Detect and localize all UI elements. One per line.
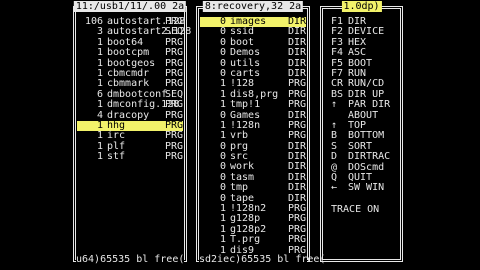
left-file-list[interactable]: 106 autostart.128 PRG 3 autostart2.128 SEQ 1 bo… (77, 16, 191, 163)
menu-item-label: HEX (348, 36, 367, 48)
menu-item: ← SW WIN (331, 182, 385, 194)
left-panel-footer: u64)65535 bl free( (76, 254, 185, 265)
file-row[interactable]: 1 bootcpm PRG (77, 47, 183, 58)
menu-item-label: PAR DIR (348, 99, 391, 111)
menu-item-label: TOP (348, 120, 367, 131)
menu-item-label: RUN (348, 68, 367, 79)
file-row[interactable]: 1 tmp!1 PRG (200, 99, 306, 111)
middle-panel[interactable]: 8:recovery,32 2a 0 images DIR 0 ssid DIR 0 boot… (196, 1, 326, 265)
file-name: tmp!1 (230, 99, 261, 111)
middle-panel-title: 8:recovery,32 2a (202, 1, 304, 12)
file-size: 1 (96, 99, 103, 111)
menu-item-label: DOScmd (348, 161, 385, 173)
middle-panel-footer: sd2iec)65535 bl free( (199, 254, 326, 265)
file-name: stf (107, 151, 126, 163)
file-type: PRG (164, 99, 183, 111)
menu-item-label: BOOT (348, 57, 373, 69)
left-panel-title: 11:/usb1/11/.00 2a (73, 1, 187, 12)
menu-panel: 1.0dp) F1 DIR F2 DEVICE F3 HEX F4 ASC F5 BOOT F7 RU… (320, 1, 403, 262)
menu-item-key: ← (331, 182, 338, 194)
file-row[interactable]: 1 stf PRG (77, 151, 183, 163)
menu-item-label: BOTTOM (348, 130, 385, 142)
menu-item-label: RUN/CD (348, 78, 385, 90)
menu-item-key: ↑ (331, 99, 338, 111)
left-panel[interactable]: 11:/usb1/11/.00 2a 106 autostart.128 PRG 3 a… (73, 1, 191, 265)
menu-item-label: DIR UP (348, 88, 385, 100)
menu-item-label: SORT (348, 140, 373, 152)
file-row[interactable]: 1 dmconfig.128 PRG (77, 99, 183, 111)
menu-item-label: ASC (348, 47, 367, 59)
file-type: PRG (287, 99, 306, 111)
menu-title: 1.0dp) (341, 1, 382, 12)
middle-file-list[interactable]: 0 images DIR 0 ssid DIR 0 boot DIR 0 Demos DIR 0 util… (200, 16, 306, 256)
file-type: PRG (164, 151, 183, 163)
file-size: 1 (219, 99, 226, 111)
menu-item-label: DIR (348, 16, 367, 27)
menu-item-label: DEVICE (348, 26, 385, 38)
menu-item-label: SW WIN (348, 182, 385, 194)
file-row[interactable]: 0 Demos DIR (200, 47, 306, 58)
menu-item-label: ABOUT (348, 109, 379, 121)
trace-status: TRACE ON (331, 204, 380, 215)
menu-item-label: QUIT (348, 172, 373, 183)
menu-item-label: DIRTRAC (348, 151, 391, 163)
file-size: 1 (96, 151, 103, 163)
